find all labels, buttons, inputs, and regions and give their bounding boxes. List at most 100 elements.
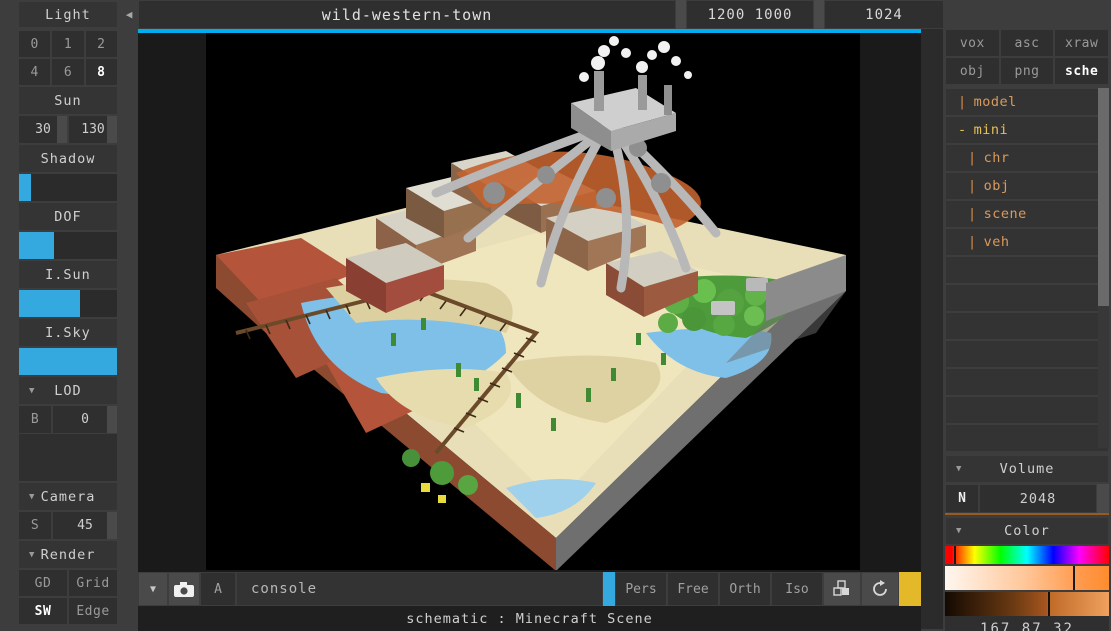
tree-marker: | [968,234,977,250]
tree-item-empty[interactable] [945,340,1109,368]
tree-item-chr[interactable]: | chr [945,144,1109,172]
tree-label: scene [984,206,1027,222]
projection-orth-button[interactable]: Orth [719,572,771,606]
format-xraw-button[interactable]: xraw [1054,29,1109,57]
viewport-right-gutter [921,29,943,629]
sun-azimuth-grip[interactable] [107,116,117,143]
active-color-swatch[interactable] [603,572,615,606]
render-gd-button[interactable]: GD [18,569,68,597]
sun-azimuth-field[interactable]: 130 [68,115,118,144]
tree-item-empty[interactable] [945,396,1109,424]
isky-slider-fill [19,348,117,375]
tree-scrollbar-thumb[interactable] [1098,88,1109,306]
resolution-grip[interactable] [814,0,824,29]
rgb-value: 167 87 32 [980,621,1074,631]
projection-free-button[interactable]: Free [667,572,719,606]
render-label: Render [41,547,96,563]
value-slider[interactable] [945,592,1109,616]
file-tree[interactable]: | model - mini | chr | obj | scene | veh [945,88,1109,448]
camera-section-header[interactable]: ▼ Camera [18,482,118,511]
render-edge-button[interactable]: Edge [68,597,118,625]
project-title-field[interactable]: wild-western-town [138,0,676,29]
tree-item-empty[interactable] [945,284,1109,312]
saturation-slider[interactable] [945,566,1109,590]
rotate-icon[interactable] [861,572,899,606]
format-obj-button[interactable]: obj [945,57,1000,85]
volume-section-header[interactable]: ▼ Volume [945,455,1109,483]
voxel-scene-illustration [206,33,860,570]
tree-item-empty[interactable] [945,256,1109,284]
tree-item-empty[interactable] [945,312,1109,340]
format-vox-button[interactable]: vox [945,29,1000,57]
render-sw-button[interactable]: SW [18,597,68,625]
volume-grip[interactable] [1097,484,1109,513]
tree-item-veh[interactable]: | veh [945,228,1109,256]
caret-down-icon: ▼ [29,492,35,502]
samples-field[interactable]: 1024 [824,0,944,29]
lod-value-field[interactable]: 0 [52,405,118,434]
caret-left-icon[interactable]: ◀ [120,0,138,29]
console-field[interactable]: console [236,572,603,606]
caret-down-icon[interactable]: ▼ [138,572,168,606]
render-section-header[interactable]: ▼ Render [18,540,118,569]
caret-down-icon: ▼ [29,550,35,560]
tree-item-mini[interactable]: - mini [945,116,1109,144]
volume-size-field[interactable]: 2048 [979,484,1097,513]
viewport[interactable] [138,33,921,572]
isky-slider[interactable] [18,347,118,376]
volume-row: N 2048 [945,484,1109,513]
lod-grip[interactable] [107,406,117,433]
bounce-6-button[interactable]: 6 [51,58,84,86]
isun-slider[interactable] [18,289,118,318]
camera-mode-button[interactable]: S [18,511,52,540]
title-resize-grip[interactable] [676,0,686,29]
format-sche-button[interactable]: sche [1054,57,1109,85]
lod-label: LOD [54,383,81,399]
format-asc-button[interactable]: asc [1000,29,1055,57]
volume-mode-button[interactable]: N [945,484,979,513]
isun-section-header: I.Sun [18,260,118,289]
secondary-color-swatch[interactable] [899,572,921,606]
rgb-readout[interactable]: 167 87 32 [945,616,1109,631]
resolution-field[interactable]: 1200 1000 [686,0,814,29]
bounce-0-button[interactable]: 0 [18,30,51,58]
bounce-8-button[interactable]: 8 [85,58,118,86]
projection-iso-button[interactable]: Iso [771,572,823,606]
tree-item-scene[interactable]: | scene [945,200,1109,228]
bounce-4-button[interactable]: 4 [18,58,51,86]
magicavoxel-window: Light 0 1 2 4 6 8 Sun 30 [0,0,1111,631]
camera-fov-value: 45 [77,518,93,533]
render-preview-image[interactable] [206,33,860,570]
light-section-label: Light [45,7,91,23]
bounce-2-button[interactable]: 2 [85,30,118,58]
console-label: console [251,581,317,597]
bounce-1-button[interactable]: 1 [51,30,84,58]
voxel-grid-icon[interactable] [823,572,861,606]
color-section-header[interactable]: ▼ Color [945,517,1109,545]
tree-item-empty[interactable] [945,368,1109,396]
sun-angle-grip[interactable] [57,116,67,143]
text-tool-button[interactable]: A [200,572,236,606]
format-row-2: obj png sche [945,57,1109,85]
render-grid-button[interactable]: Grid [68,569,118,597]
hue-marker [954,546,956,564]
tree-label: chr [984,150,1010,166]
tree-item-obj[interactable]: | obj [945,172,1109,200]
shadow-slider[interactable] [18,173,118,202]
camera-icon[interactable] [168,572,200,606]
projection-pers-button[interactable]: Pers [615,572,667,606]
camera-fov-field[interactable]: 45 [52,511,118,540]
camera-fov-grip[interactable] [107,512,117,539]
hue-slider[interactable] [945,546,1109,564]
isky-section-header: I.Sky [18,318,118,347]
lod-mode-button[interactable]: B [18,405,52,434]
tree-scrollbar[interactable] [1098,88,1109,448]
format-png-button[interactable]: png [1000,57,1055,85]
dof-slider[interactable] [18,231,118,260]
volume-underline [945,513,1109,515]
lod-section-header[interactable]: ▼ LOD [18,376,118,405]
sun-angle-field[interactable]: 30 [18,115,68,144]
render-row-1: GD Grid [18,569,118,597]
tree-item-empty[interactable] [945,424,1109,452]
tree-item-model[interactable]: | model [945,88,1109,116]
